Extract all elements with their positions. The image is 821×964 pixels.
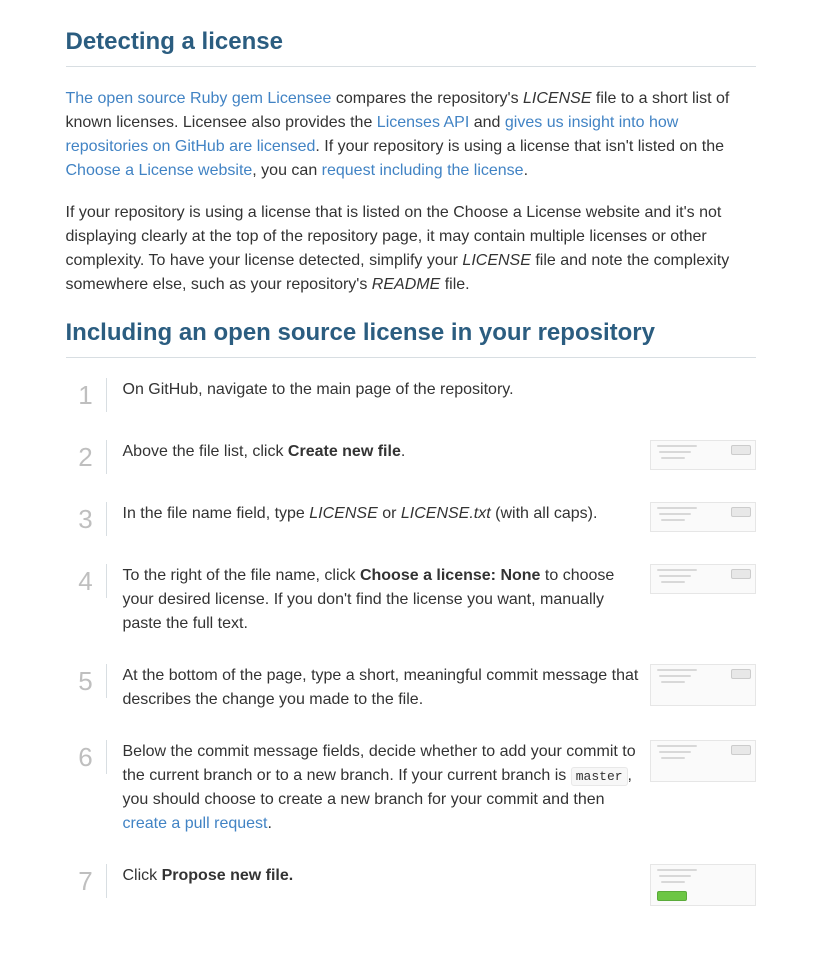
step-text: At the bottom of the page, type a short,… — [123, 664, 642, 712]
step-list: 1 On GitHub, navigate to the main page of… — [66, 378, 756, 906]
step-body: Above the file list, click Create new fi… — [107, 440, 642, 464]
step-body: Click Propose new file. — [107, 864, 642, 888]
step-text: Below the commit message fields, decide … — [123, 740, 642, 836]
code-inline: master — [571, 767, 628, 786]
step-number: 5 — [78, 664, 92, 698]
step-number: 6 — [78, 740, 92, 774]
link-inline[interactable]: create a pull request — [123, 815, 268, 832]
link-licenses-api[interactable]: Licenses API — [377, 114, 470, 131]
step-number-cell: 2 — [66, 440, 107, 474]
step-number: 7 — [78, 864, 92, 898]
step-row: 6 Below the commit message fields, decide… — [66, 740, 756, 836]
step-number-cell: 5 — [66, 664, 107, 698]
heading-including: Including an open source license in your… — [66, 315, 756, 358]
step-screenshot-placeholder — [650, 664, 756, 706]
step-screenshot-placeholder — [650, 564, 756, 594]
step-number: 1 — [78, 378, 92, 412]
step-body: On GitHub, navigate to the main page of … — [107, 378, 756, 402]
step-body: In the file name field, type LICENSE or … — [107, 502, 642, 526]
step-number-cell: 4 — [66, 564, 107, 598]
document-container: Detecting a license The open source Ruby… — [6, 0, 816, 964]
step-number: 3 — [78, 502, 92, 536]
link-choose-license[interactable]: Choose a License website — [66, 162, 253, 179]
link-request-license[interactable]: request including the license — [322, 162, 524, 179]
step-row: 7 Click Propose new file. — [66, 864, 756, 906]
step-text: On GitHub, navigate to the main page of … — [123, 378, 643, 402]
step-body: Below the commit message fields, decide … — [107, 740, 642, 836]
step-row: 5 At the bottom of the page, type a short… — [66, 664, 756, 712]
step-number-cell: 7 — [66, 864, 107, 898]
link-licensee-gem[interactable]: The open source Ruby gem Licensee — [66, 90, 332, 107]
step-row: 4 To the right of the file name, click Ch… — [66, 564, 756, 636]
step-screenshot-placeholder — [650, 502, 756, 532]
paragraph-simplify: If your repository is using a license th… — [66, 201, 756, 297]
step-number-cell: 1 — [66, 378, 107, 412]
step-body: At the bottom of the page, type a short,… — [107, 664, 642, 712]
step-row: 2 Above the file list, click Create new f… — [66, 440, 756, 474]
step-number-cell: 6 — [66, 740, 107, 774]
step-number: 4 — [78, 564, 92, 598]
step-text: To the right of the file name, click Cho… — [123, 564, 642, 636]
heading-detecting: Detecting a license — [66, 24, 756, 67]
step-text: In the file name field, type LICENSE or … — [123, 502, 642, 526]
step-text: Above the file list, click Create new fi… — [123, 440, 642, 464]
step-screenshot-placeholder — [650, 864, 756, 906]
step-screenshot-placeholder — [650, 740, 756, 782]
step-body: To the right of the file name, click Cho… — [107, 564, 642, 636]
step-row: 3 In the file name field, type LICENSE or… — [66, 502, 756, 536]
step-number-cell: 3 — [66, 502, 107, 536]
step-row: 1 On GitHub, navigate to the main page of… — [66, 378, 756, 412]
step-text: Click Propose new file. — [123, 864, 642, 888]
step-screenshot-placeholder — [650, 440, 756, 470]
paragraph-licensee: The open source Ruby gem Licensee compar… — [66, 87, 756, 183]
step-number: 2 — [78, 440, 92, 474]
